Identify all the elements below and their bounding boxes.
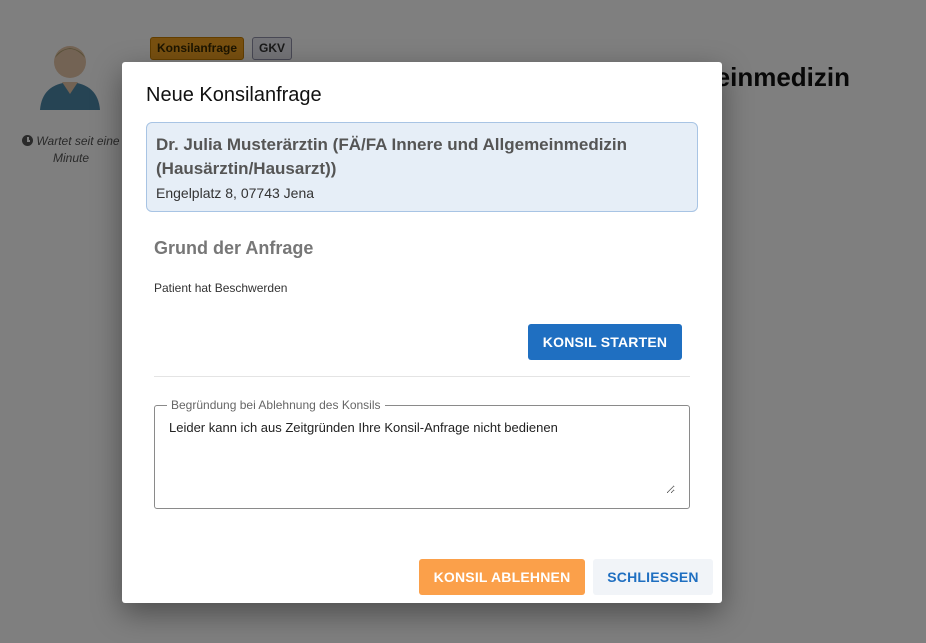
- start-konsil-button[interactable]: KONSIL STARTEN: [528, 324, 682, 360]
- reason-text: Patient hat Beschwerden: [154, 281, 288, 295]
- reject-reason-input[interactable]: Leider kann ich aus Zeitgründen Ihre Kon…: [169, 420, 675, 494]
- dialog-title: Neue Konsilanfrage: [146, 84, 322, 106]
- doctor-address: Engelplatz 8, 07743 Jena: [156, 185, 315, 201]
- close-button[interactable]: SCHLIESSEN: [593, 559, 713, 595]
- divider: [154, 376, 690, 377]
- reject-konsil-button[interactable]: KONSIL ABLEHNEN: [419, 559, 585, 595]
- reject-reason-label: Begründung bei Ablehnung des Konsils: [167, 398, 385, 412]
- reject-reason-field: Begründung bei Ablehnung des Konsils Lei…: [154, 398, 690, 509]
- doctor-card: Dr. Julia Musterärztin (FÄ/FA Innere und…: [146, 122, 698, 212]
- konsil-dialog: Neue Konsilanfrage Dr. Julia Musterärzti…: [122, 62, 722, 603]
- doctor-name: Dr. Julia Musterärztin (FÄ/FA Innere und…: [156, 135, 628, 178]
- reason-title: Grund der Anfrage: [154, 238, 314, 258]
